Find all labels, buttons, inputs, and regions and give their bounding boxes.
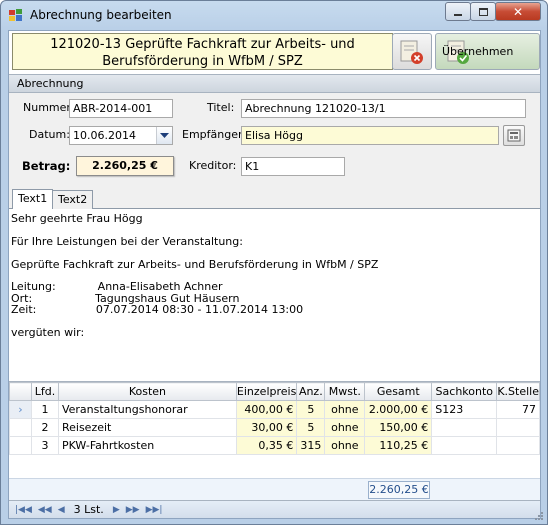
cell-anz[interactable]: 315 [296, 436, 326, 455]
cell-kosten[interactable]: PKW-Fahrtkosten [57, 436, 237, 455]
betrag-value: 2.260,25 € [76, 156, 174, 176]
title-bar[interactable]: Abrechnung bearbeiten ✕ [1, 1, 547, 30]
cell-kstelle[interactable]: 77 [496, 400, 540, 419]
titel-label: Titel: [207, 101, 235, 114]
total-sum: 2.260,25 € [368, 481, 430, 499]
apply-button[interactable]: Übernehmen [435, 33, 540, 70]
text-line: Zeit: 07.07.2014 08:30 - 11.07.2014 13:0… [11, 303, 304, 317]
minimize-button[interactable] [445, 2, 471, 21]
cell-lfd[interactable]: 1 [30, 400, 59, 419]
cell-kosten[interactable]: Veranstaltungshonorar [57, 400, 237, 419]
header-title: 121020-13 Geprüfte Fachkraft zur Arbeits… [12, 33, 393, 70]
cell-gesamt[interactable]: 2.000,00 € [364, 400, 433, 419]
chevron-down-icon [160, 132, 169, 138]
datum-label: Datum: [29, 128, 70, 141]
titel-field[interactable]: Abrechnung 121020-13/1 [241, 99, 526, 118]
row-indicator-header [9, 382, 32, 401]
empfaenger-label: Empfänger: [182, 128, 247, 141]
last-record-icon[interactable]: ▶▶| [146, 505, 163, 515]
maximize-button[interactable] [470, 2, 496, 21]
text-tabs: Text1 Text2 [9, 189, 540, 209]
next-record-icon[interactable]: ▶ [113, 505, 120, 515]
nummer-label: Nummer: [23, 101, 75, 114]
cell-mwst[interactable]: ohne [324, 418, 366, 437]
dialog-window: Abrechnung bearbeiten ✕ 121020-13 Geprüf… [0, 0, 548, 525]
column-header[interactable]: Lfd. [30, 382, 59, 401]
next-page-icon[interactable]: ▶▶ [126, 505, 140, 515]
table-row[interactable]: 3 PKW-Fahrtkosten 0,35 € 315 ohne 110,25… [9, 436, 540, 455]
first-record-icon[interactable]: |◀◀ [15, 505, 32, 515]
text-line: vergüten wir: [11, 325, 85, 339]
column-header[interactable]: Gesamt [364, 382, 433, 401]
maximize-icon [478, 7, 488, 16]
address-book-icon [507, 129, 521, 142]
previous-record-icon[interactable]: ◀ [58, 505, 65, 515]
grid-summary-row: 2.260,25 € [9, 478, 540, 500]
minimize-icon [454, 13, 462, 16]
cell-mwst[interactable]: ohne [324, 400, 366, 419]
cell-kstelle[interactable] [496, 418, 540, 437]
column-header[interactable]: Kosten [57, 382, 237, 401]
datum-field[interactable]: 10.06.2014 [69, 126, 173, 145]
cell-kstelle[interactable] [496, 436, 540, 455]
cancel-button[interactable] [392, 33, 432, 70]
current-row-indicator-icon: › [9, 400, 32, 419]
column-header[interactable]: Anz. [296, 382, 326, 401]
column-header[interactable]: Sachkonto [431, 382, 498, 401]
betrag-label: Betrag: [22, 159, 71, 173]
cell-sachkonto[interactable] [431, 418, 498, 437]
table-row[interactable]: 2 Reisezeit 30,00 € 5 ohne 150,00 € [9, 418, 540, 437]
apply-label: Übernehmen [442, 45, 514, 58]
cell-anz[interactable]: 5 [296, 400, 326, 419]
table-header-row: Lfd. Kosten Einzelpreis Anz. Mwst. Gesam… [9, 382, 540, 401]
cell-sachkonto[interactable] [431, 436, 498, 455]
table-row[interactable]: › 1 Veranstaltungshonorar 400,00 € 5 ohn… [9, 400, 540, 419]
cost-table: Lfd. Kosten Einzelpreis Anz. Mwst. Gesam… [9, 382, 540, 455]
dialog-client: 121020-13 Geprüfte Fachkraft zur Arbeits… [8, 30, 541, 519]
resize-grip-icon[interactable] [534, 511, 544, 521]
empfaenger-lookup-button[interactable] [503, 125, 525, 146]
letter-text-area[interactable]: Sehr geehrte Frau Högg Für Ihre Leistung… [9, 209, 540, 380]
tab-text2[interactable]: Text2 [52, 190, 94, 209]
cell-anz[interactable]: 5 [296, 418, 326, 437]
datum-dropdown-button[interactable] [156, 127, 172, 144]
cancel-icon [400, 40, 423, 64]
cell-lfd[interactable]: 3 [30, 436, 59, 455]
empfaenger-field[interactable]: Elisa Högg [241, 126, 499, 145]
text-line [11, 247, 538, 258]
tab-text1[interactable]: Text1 [12, 189, 54, 209]
cell-gesamt[interactable]: 110,25 € [364, 436, 433, 455]
cell-mwst[interactable]: ohne [324, 436, 366, 455]
row-indicator [9, 436, 32, 455]
grid-navigator: |◀◀ ◀◀ ◀ 3 Lst. ▶ ▶▶ ▶▶| [9, 500, 540, 518]
kreditor-field[interactable]: K1 [241, 157, 345, 176]
datum-value: 10.06.2014 [73, 129, 136, 142]
section-header: Abrechnung [9, 74, 540, 93]
cell-gesamt[interactable]: 150,00 € [364, 418, 433, 437]
record-count: 3 Lst. [73, 503, 104, 516]
cell-einzelpreis[interactable]: 30,00 € [235, 418, 298, 437]
text-line [11, 316, 538, 327]
column-header[interactable]: K.Stelle [496, 382, 540, 401]
column-header[interactable]: Mwst. [324, 382, 366, 401]
text-line: Geprüfte Fachkraft zur Arbeits- und Beru… [11, 257, 379, 271]
cell-einzelpreis[interactable]: 0,35 € [235, 436, 298, 455]
cost-grid: Lfd. Kosten Einzelpreis Anz. Mwst. Gesam… [9, 381, 540, 518]
text-line: Für Ihre Leistungen bei der Veranstaltun… [11, 234, 243, 248]
close-icon: ✕ [512, 4, 524, 19]
cell-sachkonto[interactable]: S123 [431, 400, 498, 419]
app-icon [9, 9, 22, 21]
row-indicator [9, 418, 32, 437]
nummer-field[interactable]: ABR-2014-001 [69, 99, 173, 118]
column-header[interactable]: Einzelpreis [235, 382, 298, 401]
cell-lfd[interactable]: 2 [30, 418, 59, 437]
previous-page-icon[interactable]: ◀◀ [38, 505, 52, 515]
close-button[interactable]: ✕ [495, 2, 541, 21]
cell-einzelpreis[interactable]: 400,00 € [235, 400, 298, 419]
window-title: Abrechnung bearbeiten [30, 8, 172, 22]
kreditor-label: Kreditor: [189, 159, 237, 172]
text-line: Sehr geehrte Frau Högg [11, 212, 143, 225]
cell-kosten[interactable]: Reisezeit [57, 418, 237, 437]
form-panel: Nummer: ABR-2014-001 Titel: Abrechnung 1… [9, 93, 540, 189]
